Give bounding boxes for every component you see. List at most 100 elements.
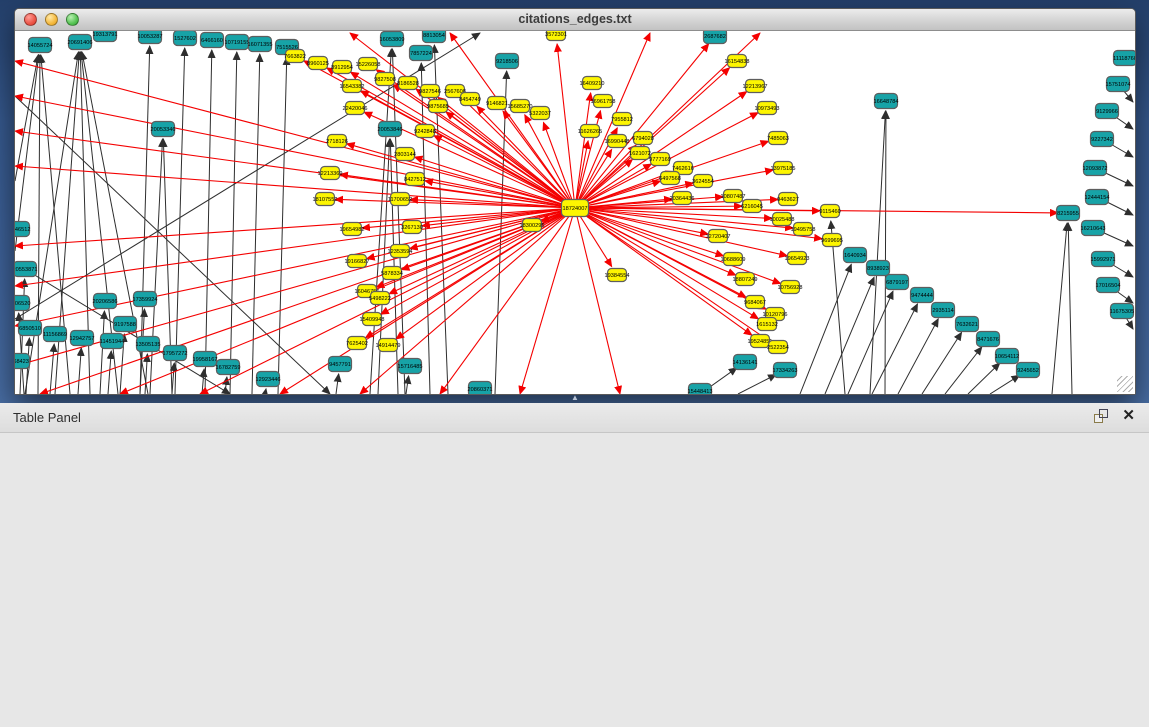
graph-node-5878334[interactable]: 5878334 bbox=[381, 267, 403, 280]
graph-node-20053346[interactable]: 20053346 bbox=[151, 122, 176, 137]
graph-node-16409210[interactable]: 16409210 bbox=[580, 77, 605, 90]
graph-node-14055724[interactable]: 14055724 bbox=[28, 38, 53, 53]
graph-node-9827508[interactable]: 9827508 bbox=[374, 73, 396, 86]
graph-node-8813054[interactable]: 8813054 bbox=[423, 31, 446, 43]
graph-node-10053287[interactable]: 10053287 bbox=[138, 31, 163, 44]
graph-node-9699695[interactable]: 9699695 bbox=[821, 234, 843, 247]
graph-node-19313791[interactable]: 19313791 bbox=[93, 31, 118, 42]
graph-node-20053846[interactable]: 20053846 bbox=[378, 122, 403, 137]
graph-node-2687682[interactable]: 2687682 bbox=[704, 31, 727, 44]
graph-node-3624554[interactable]: 3624554 bbox=[692, 175, 714, 188]
graph-node-3267130[interactable]: 3267130 bbox=[401, 221, 423, 234]
graph-node-12923446[interactable]: 12923446 bbox=[256, 372, 281, 387]
graph-node-12093872[interactable]: 12093872 bbox=[1083, 161, 1108, 176]
graph-node-2718126[interactable]: 2718126 bbox=[326, 135, 348, 148]
graph-node-19384554[interactable]: 19384554 bbox=[605, 269, 630, 282]
graph-node-17016504[interactable]: 17016504 bbox=[1096, 278, 1121, 293]
graph-node-5322037[interactable]: 5322037 bbox=[529, 107, 551, 120]
graph-node-7632621[interactable]: 7632621 bbox=[956, 317, 979, 332]
graph-node-7663822[interactable]: 7663822 bbox=[284, 50, 306, 63]
graph-node-6497568[interactable]: 6497568 bbox=[659, 172, 681, 185]
graph-node-16071355[interactable]: 16071355 bbox=[248, 37, 273, 52]
graph-node-20364436[interactable]: 20364436 bbox=[670, 192, 695, 205]
graph-node-16053809[interactable]: 16053809 bbox=[380, 32, 405, 47]
graph-node-19166827[interactable]: 19166827 bbox=[345, 255, 370, 268]
network-canvas[interactable]: 14055724 2069140619313791 10053287 1527602 6… bbox=[15, 31, 1135, 394]
graph-node-7955812[interactable]: 7955812 bbox=[611, 113, 633, 126]
graph-node-14914479[interactable]: 14914479 bbox=[376, 339, 401, 352]
graph-node-2803144[interactable]: 2803144 bbox=[394, 148, 416, 161]
graph-node-17334263[interactable]: 17334263 bbox=[773, 363, 798, 378]
graph-node-10025488[interactable]: 10025488 bbox=[770, 213, 795, 226]
graph-node-11118760[interactable]: 11118760 bbox=[1113, 51, 1135, 66]
graph-node-7857224[interactable]: 7857224 bbox=[410, 46, 433, 61]
graph-node-16782759[interactable]: 16782759 bbox=[216, 360, 241, 375]
graph-node-18107552[interactable]: 18107552 bbox=[313, 193, 338, 206]
graph-node-2522354[interactable]: 2522354 bbox=[767, 341, 789, 354]
graph-node-15448413[interactable]: 15448413 bbox=[688, 384, 713, 395]
graph-node-8186528[interactable]: 8186528 bbox=[397, 77, 419, 90]
graph-node-13975185[interactable]: 13975185 bbox=[771, 162, 796, 175]
graph-node-9684067[interactable]: 9684067 bbox=[744, 296, 766, 309]
panel-divider-handle[interactable]: ▲ bbox=[568, 394, 582, 402]
graph-node-9146821[interactable]: 9146821 bbox=[486, 97, 508, 110]
graph-node-9868423[interactable]: 9868423 bbox=[15, 354, 30, 369]
graph-node-7485063[interactable]: 7485063 bbox=[767, 132, 789, 145]
graph-node-8454749[interactable]: 8454749 bbox=[459, 93, 481, 106]
graph-node-5498222[interactable]: 5498222 bbox=[369, 292, 391, 305]
graph-node-9827546[interactable]: 9827546 bbox=[419, 85, 441, 98]
graph-node-12213369[interactable]: 12213369 bbox=[318, 167, 343, 180]
close-panel-icon[interactable]: ✕ bbox=[1122, 409, 1135, 423]
graph-node-9245652[interactable]: 9245652 bbox=[1017, 363, 1040, 378]
graph-node-9227342[interactable]: 9227342 bbox=[1091, 132, 1114, 147]
graph-node-15992971[interactable]: 15992971 bbox=[1091, 252, 1116, 267]
graph-node-6216045[interactable]: 6216045 bbox=[741, 200, 763, 213]
graph-node-16990448[interactable]: 16990448 bbox=[605, 135, 630, 148]
graph-node-1640934[interactable]: 1640934 bbox=[844, 248, 867, 263]
graph-node-21606520[interactable]: 21606520 bbox=[15, 296, 30, 311]
graph-node-20860371[interactable]: 20860371 bbox=[468, 382, 493, 395]
graph-node-9875685[interactable]: 9875685 bbox=[427, 100, 449, 113]
graph-node-16543382[interactable]: 16543382 bbox=[340, 80, 365, 93]
graph-node-6850510[interactable]: 6850510 bbox=[19, 321, 42, 336]
graph-node-19495758[interactable]: 19495758 bbox=[791, 223, 816, 236]
graph-node-16210643[interactable]: 16210643 bbox=[1081, 221, 1106, 236]
graph-node-8960125[interactable]: 8960125 bbox=[307, 57, 329, 70]
graph-node-11700652[interactable]: 11700652 bbox=[388, 193, 412, 206]
graph-node-8912954[interactable]: 8912954 bbox=[331, 61, 353, 74]
graph-node-12353594[interactable]: 12353594 bbox=[388, 245, 413, 258]
graph-node-17957272[interactable]: 17957272 bbox=[163, 346, 188, 361]
graph-node-16961758[interactable]: 16961758 bbox=[591, 95, 616, 108]
graph-node-20691406[interactable]: 20691406 bbox=[68, 35, 93, 50]
graph-node-16154838[interactable]: 16154838 bbox=[725, 55, 750, 68]
graph-node-10688609[interactable]: 10688609 bbox=[721, 253, 746, 266]
graph-node-10973493[interactable]: 10973493 bbox=[755, 102, 780, 115]
graph-node-9242848[interactable]: 9242848 bbox=[414, 125, 436, 138]
graph-node-18300295[interactable]: 18300295 bbox=[520, 219, 545, 232]
graph-node-19958167[interactable]: 19958167 bbox=[193, 352, 218, 367]
network-window-titlebar[interactable]: citations_edges.txt bbox=[15, 9, 1135, 31]
graph-node-19654923[interactable]: 19654923 bbox=[785, 252, 810, 265]
graph-node-8427512[interactable]: 8427512 bbox=[404, 173, 426, 186]
float-panel-icon[interactable] bbox=[1094, 409, 1108, 423]
graph-node-13505135[interactable]: 13505135 bbox=[136, 337, 161, 352]
window-resize-grip[interactable] bbox=[1117, 376, 1133, 392]
graph-node-12444154[interactable]: 12444154 bbox=[1085, 190, 1110, 205]
graph-node-9218506[interactable]: 9218506 bbox=[496, 54, 519, 69]
graph-node-9474444[interactable]: 9474444 bbox=[911, 288, 934, 303]
graph-node-15751074[interactable]: 15751074 bbox=[1106, 77, 1131, 92]
graph-node-9457791[interactable]: 9457791 bbox=[329, 357, 352, 372]
graph-node-20553871[interactable]: 20553871 bbox=[15, 262, 37, 277]
graph-node-15226058[interactable]: 15226058 bbox=[356, 58, 381, 71]
graph-node-11451944[interactable]: 11451944 bbox=[100, 334, 124, 349]
graph-node-11626265[interactable]: 11626265 bbox=[578, 125, 602, 138]
graph-node-1527602[interactable]: 1527602 bbox=[174, 31, 197, 46]
graph-node-19846512[interactable]: 19846512 bbox=[15, 222, 30, 237]
graph-node-9463627[interactable]: 9463627 bbox=[777, 193, 799, 206]
graph-node-18807249[interactable]: 18807249 bbox=[733, 273, 758, 286]
graph-node-12720407[interactable]: 12720407 bbox=[706, 230, 731, 243]
graph-node-10719155[interactable]: 10719155 bbox=[225, 35, 250, 50]
graph-node-19654982[interactable]: 19654982 bbox=[340, 223, 365, 236]
graph-node-18724007[interactable]: 18724007 bbox=[562, 200, 589, 217]
graph-node-6794028[interactable]: 6794028 bbox=[632, 132, 654, 145]
